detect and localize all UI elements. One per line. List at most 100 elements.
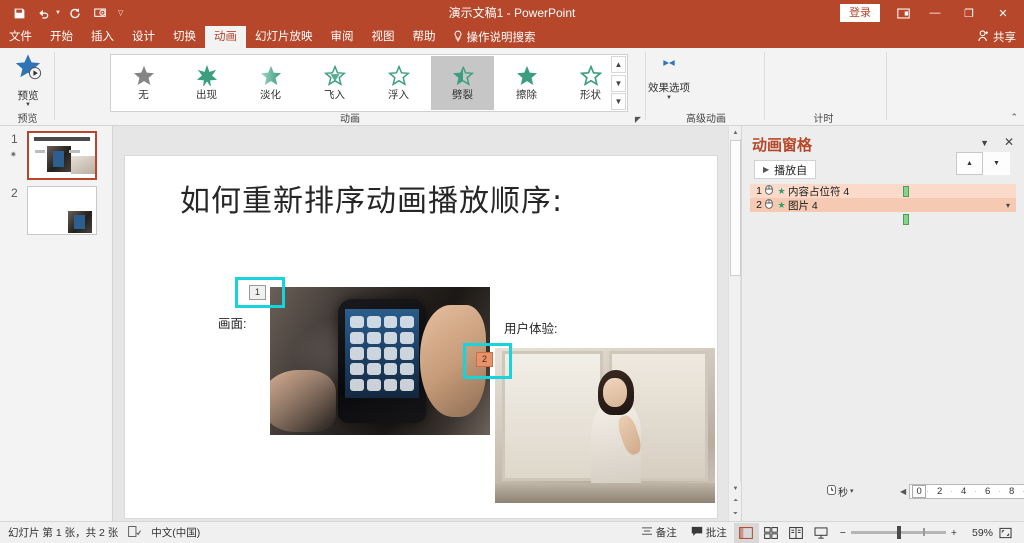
slide-status-text: 幻灯片 第 1 张，共 2 张 [8, 527, 119, 539]
highlight-box-badge-1 [235, 277, 285, 308]
tab-view[interactable]: 视图 [363, 26, 404, 48]
timeline-ticks[interactable]: 0 · 2 · 4 · 6 · 8 · [909, 483, 1024, 499]
slide-title-text[interactable]: 如何重新排序动画播放顺序: [180, 176, 680, 220]
tab-review[interactable]: 审阅 [322, 26, 363, 48]
animation-item-2-timeline-bar[interactable] [903, 214, 909, 225]
play-from-button[interactable]: ▶ 播放自 [754, 160, 817, 179]
animation-move-down-button[interactable]: ▼ [983, 152, 1010, 175]
preview-dropdown-icon[interactable]: ▼ [25, 102, 31, 108]
minimize-button[interactable]: — [918, 0, 952, 26]
language-text[interactable]: 中文(中国) [151, 525, 200, 540]
sign-in-button[interactable]: 登录 [840, 4, 880, 22]
reorder-animation-section: 对动画重新排序 ▲ 向前移动 ▼ 向后移动 ⌃ [887, 48, 1024, 126]
ribbon: 预览 ▼ 预览 无 出现 淡化 飞入 浮入 劈裂 擦除 形状 ▲ ▼ ▼ 效果选… [0, 48, 1024, 126]
view-slide-sorter-icon[interactable] [759, 523, 784, 543]
animation-list-item-2[interactable]: 2 ★ 图片 4 ▾ [750, 198, 1016, 225]
thumbnail-number-2: 2 [11, 186, 18, 200]
zoom-tick-100 [922, 528, 925, 536]
gallery-item-flyin[interactable]: 飞入 [303, 56, 366, 110]
gallery-item-fade[interactable]: 淡化 [239, 56, 302, 110]
timeline-scroll-left-icon[interactable]: ◀ [900, 487, 906, 496]
timeline-tick-6: 6 [985, 485, 991, 497]
thumbnail-animation-star-icon: ✷ [10, 150, 17, 159]
gallery-item-floatin[interactable]: 浮入 [367, 56, 430, 110]
tab-help[interactable]: 帮助 [404, 26, 445, 48]
scrollbar-thumb[interactable] [730, 140, 741, 276]
notes-button[interactable]: 备注 [634, 523, 684, 543]
tab-design[interactable]: 设计 [123, 26, 164, 48]
gallery-item-appear[interactable]: 出现 [175, 56, 238, 110]
gallery-item-split[interactable]: 劈裂 [431, 56, 494, 110]
ribbon-group-advanced-animation: 添加动画 ▼ 动画窗格 触发 ▼ [646, 48, 766, 126]
tab-slideshow[interactable]: 幻灯片放映 [246, 26, 322, 48]
animation-effect-list[interactable]: 1 ★ 内容占位符 4 2 ★ 图片 4 ▾ [750, 184, 1016, 225]
comment-bubble-icon [691, 526, 703, 540]
view-reading-icon[interactable] [784, 523, 809, 543]
zoom-track[interactable] [850, 526, 946, 539]
ribbon-tab-bar: 文件 开始 插入 设计 切换 动画 幻灯片放映 审阅 视图 帮助 操作说明搜索 … [0, 26, 1024, 48]
slide-thumbnail-pane[interactable]: 1 ✷ 2 [0, 126, 113, 521]
thumbnail-number-1: 1 [11, 132, 18, 146]
slide-vertical-scrollbar[interactable]: ▲ ▼ ⏶ ⏷ [728, 126, 742, 521]
zoom-handle[interactable] [896, 526, 901, 539]
animation-move-up-button[interactable]: ▲ [956, 152, 983, 175]
powerpoint-window: ▼ ▽ 演示文稿1 - PowerPoint 登录 — ❐ ✕ 文件 开始 插入… [0, 0, 1024, 543]
collapse-ribbon-icon[interactable]: ⌃ [1010, 112, 1018, 123]
slide-editing-surface[interactable]: 如何重新排序动画播放顺序: 画面: 用户体验: 1 2 [124, 155, 718, 519]
tell-me-label: 操作说明搜索 [466, 32, 536, 44]
zoom-in-button[interactable]: + [951, 527, 957, 539]
gallery-more-icon[interactable]: ▼ [611, 93, 626, 110]
play-from-label: 播放自 [774, 164, 808, 177]
ribbon-display-options-icon[interactable] [888, 0, 918, 26]
preview-button[interactable]: 预览 ▼ [6, 53, 50, 111]
gallery-item-floatin-label: 浮入 [388, 88, 409, 101]
tab-file[interactable]: 文件 [0, 26, 41, 48]
slide-image-woman-with-phone[interactable] [495, 348, 715, 503]
animation-item-1-index: 1 [756, 185, 762, 197]
comments-button[interactable]: 批注 [684, 523, 734, 543]
comments-label: 批注 [705, 527, 727, 539]
tab-insert[interactable]: 插入 [82, 26, 123, 48]
ribbon-group-timing-label: 计时 [813, 114, 834, 125]
animation-item-1-star-icon: ★ [777, 185, 786, 196]
tab-animations[interactable]: 动画 [205, 26, 246, 48]
animation-pane-close-icon[interactable]: ✕ [1004, 135, 1014, 149]
slide-caption-left[interactable]: 画面: [218, 313, 246, 332]
slide-caption-right[interactable]: 用户体验: [504, 318, 557, 337]
share-button[interactable]: 共享 [978, 26, 1016, 48]
animation-pane: 动画窗格 ▼ ✕ ▶ 播放自 ▲ ▼ 1 ★ 内容占位符 4 2 ★ 图片 4 … [741, 126, 1024, 521]
animation-list-item-1[interactable]: 1 ★ 内容占位符 4 [750, 184, 1016, 198]
slide-image-phone-in-hand[interactable] [270, 287, 490, 435]
animation-pane-options-icon[interactable]: ▼ [980, 138, 989, 148]
view-slideshow-icon[interactable] [809, 523, 834, 543]
animation-reorder-buttons: ▲ ▼ [956, 152, 1010, 175]
animation-gallery[interactable]: 无 出现 淡化 飞入 浮入 劈裂 擦除 形状 ▲ ▼ ▼ [110, 54, 628, 112]
mouse-click-icon-2 [762, 199, 775, 211]
thumbnail-slide-2[interactable] [27, 186, 97, 235]
animation-item-2-dropdown-icon[interactable]: ▾ [1006, 201, 1010, 210]
gallery-scroll-down-icon[interactable]: ▼ [611, 74, 626, 92]
thumbnail-slide-1[interactable] [27, 131, 97, 180]
notes-icon [641, 526, 653, 540]
tell-me-search[interactable]: 操作说明搜索 [445, 29, 544, 45]
gallery-item-none[interactable]: 无 [112, 56, 175, 110]
tab-transitions[interactable]: 切换 [164, 26, 205, 48]
timeline-seconds-dropdown-icon[interactable]: ▾ [850, 487, 854, 495]
tab-home[interactable]: 开始 [41, 26, 82, 48]
animation-item-1-timeline-bar[interactable] [903, 186, 909, 197]
fit-to-window-icon[interactable] [993, 523, 1018, 543]
timeline-tick-2: 2 [937, 485, 943, 497]
timeline-seconds-button[interactable]: 秒 ▾ [827, 484, 854, 499]
spellcheck-icon[interactable] [128, 525, 142, 540]
animation-dialog-launcher-icon[interactable]: ◤ [635, 115, 641, 124]
timeline-scale: ◀ 0 · 2 · 4 · 6 · 8 · ▶ [900, 483, 1024, 499]
gallery-scroll-up-icon[interactable]: ▲ [611, 56, 626, 73]
restore-button[interactable]: ❐ [952, 0, 986, 26]
view-normal-icon[interactable] [733, 522, 759, 543]
ribbon-group-animation-label: 动画 [340, 114, 360, 125]
gallery-item-wipe[interactable]: 擦除 [495, 56, 558, 110]
zoom-out-button[interactable]: − [840, 527, 846, 539]
zoom-slider[interactable]: − + [834, 526, 963, 539]
zoom-level-label[interactable]: 59% [963, 527, 993, 539]
close-button[interactable]: ✕ [986, 0, 1020, 26]
